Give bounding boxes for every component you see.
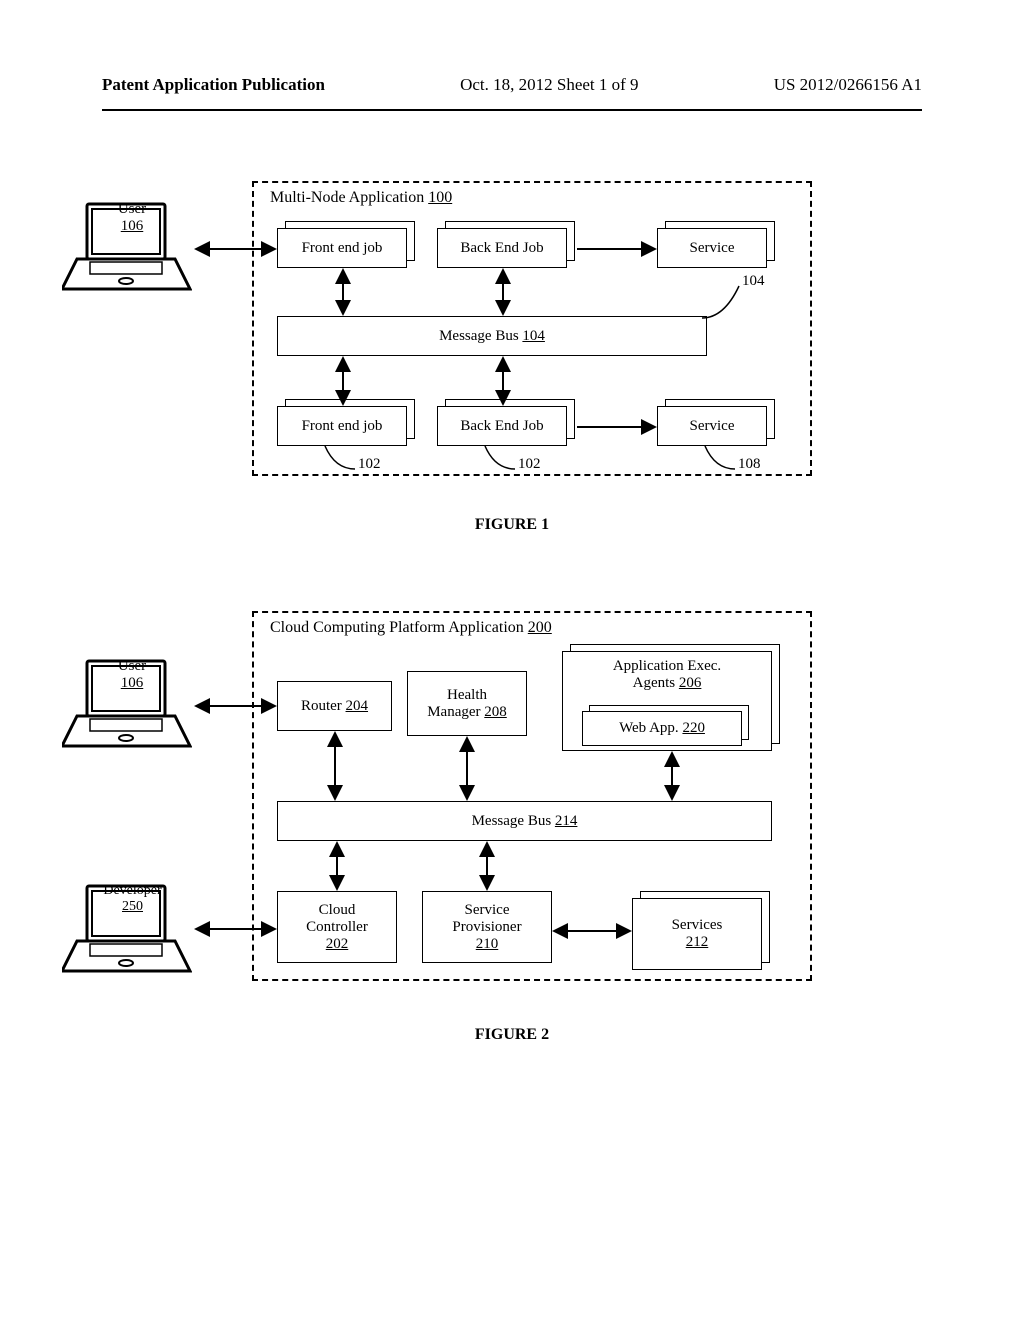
ref-102a: 102: [358, 456, 381, 473]
router-box: Router 204: [277, 681, 392, 731]
ref-102b: 102: [518, 456, 541, 473]
services-label: Services: [672, 917, 723, 934]
message-bus-2: Message Bus 214: [277, 801, 772, 841]
callout-102a: [320, 444, 360, 479]
figure2-caption: FIGURE 2: [102, 1026, 922, 1044]
user-ref: 106: [97, 218, 167, 235]
back-end-job-bot-label: Back End Job: [460, 418, 543, 435]
callout-108: [700, 444, 740, 479]
header-left: Patent Application Publication: [102, 75, 325, 95]
cloud-platform-title: Cloud Computing Platform Application 200: [270, 619, 552, 637]
arrow-back-top-service-top: [577, 239, 657, 259]
arrow-dev-cloud: [194, 919, 277, 939]
developer-label-text: Developer: [90, 883, 175, 899]
back-end-job-top-label: Back End Job: [460, 240, 543, 257]
service-bot: Service: [657, 406, 767, 446]
ref-104: 104: [742, 273, 765, 290]
cloud-platform-title-ref: 200: [528, 619, 552, 636]
health-b: Manager: [427, 704, 484, 720]
user2-label: User 106: [97, 658, 167, 692]
multi-node-title-text: Multi-Node Application: [270, 189, 428, 206]
service-top-label: Service: [690, 240, 735, 257]
arrow-back-top-msgbus: [493, 268, 513, 316]
cloud-a: Cloud: [319, 902, 356, 919]
arrow-back-bot-service-bot: [577, 417, 657, 437]
services-ref: 212: [686, 934, 709, 951]
router-ref: 204: [346, 698, 369, 714]
health-manager-box: Health Manager 208: [407, 671, 527, 736]
svcprov-ref: 210: [476, 936, 499, 953]
router-label: Router: [301, 698, 346, 714]
message-bus-ref: 104: [522, 328, 545, 344]
msgbus2-label: Message Bus: [472, 813, 555, 829]
arrow-front-bot-msgbus: [333, 356, 353, 406]
message-bus: Message Bus 104: [277, 316, 707, 356]
service-bot-label: Service: [690, 418, 735, 435]
arrow-user-front: [194, 239, 277, 259]
message-bus-label: Message Bus: [439, 328, 522, 344]
cloud-ref: 202: [326, 936, 349, 953]
figure1-caption: FIGURE 1: [102, 516, 922, 534]
service-top: Service: [657, 228, 767, 268]
cloud-controller-box: Cloud Controller 202: [277, 891, 397, 963]
arrow-svcprov-services: [552, 921, 632, 941]
user2-label-text: User: [97, 658, 167, 675]
user-label-text: User: [97, 201, 167, 218]
developer-ref: 250: [90, 899, 175, 915]
header-middle: Oct. 18, 2012 Sheet 1 of 9: [460, 75, 638, 95]
arrow-user-router: [194, 696, 277, 716]
arrow-msgbus-cloud: [327, 841, 347, 891]
webapp-ref: 220: [682, 720, 705, 736]
exec-a: Application Exec.: [613, 658, 721, 675]
front-end-job-top: Front end job: [277, 228, 407, 268]
services-box: Services 212: [632, 898, 762, 970]
user-label: User 106: [97, 201, 167, 235]
cloud-platform-title-text: Cloud Computing Platform Application: [270, 619, 528, 636]
svcprov-a: Service: [465, 902, 510, 919]
ref-108: 108: [738, 456, 761, 473]
arrow-health-msgbus: [457, 736, 477, 801]
cloud-b: Controller: [306, 919, 368, 936]
header-right: US 2012/0266156 A1: [774, 75, 922, 95]
front-end-job-bot-label: Front end job: [302, 418, 383, 435]
arrow-front-top-msgbus: [333, 268, 353, 316]
web-app-box: Web App. 220: [582, 711, 742, 746]
user2-ref: 106: [97, 675, 167, 692]
webapp-label: Web App.: [619, 720, 682, 736]
arrow-back-bot-msgbus: [493, 356, 513, 406]
callout-102b: [480, 444, 520, 479]
front-end-job-bot: Front end job: [277, 406, 407, 446]
svcprov-b: Provisioner: [452, 919, 521, 936]
back-end-job-bot: Back End Job: [437, 406, 567, 446]
exec-ref: 206: [679, 675, 702, 691]
multi-node-title: Multi-Node Application 100: [270, 189, 452, 207]
msgbus2-ref: 214: [555, 813, 578, 829]
health-ref: 208: [484, 704, 507, 720]
front-end-job-top-label: Front end job: [302, 240, 383, 257]
service-provisioner-box: Service Provisioner 210: [422, 891, 552, 963]
arrow-router-msgbus: [325, 731, 345, 801]
back-end-job-top: Back End Job: [437, 228, 567, 268]
multi-node-title-ref: 100: [428, 189, 452, 206]
header-rule: [102, 109, 922, 111]
arrow-msgbus-svcprov: [477, 841, 497, 891]
developer-label: Developer 250: [90, 883, 175, 915]
arrow-exec-msgbus: [662, 751, 682, 801]
health-a: Health: [447, 687, 487, 704]
exec-b: Agents: [633, 675, 679, 691]
